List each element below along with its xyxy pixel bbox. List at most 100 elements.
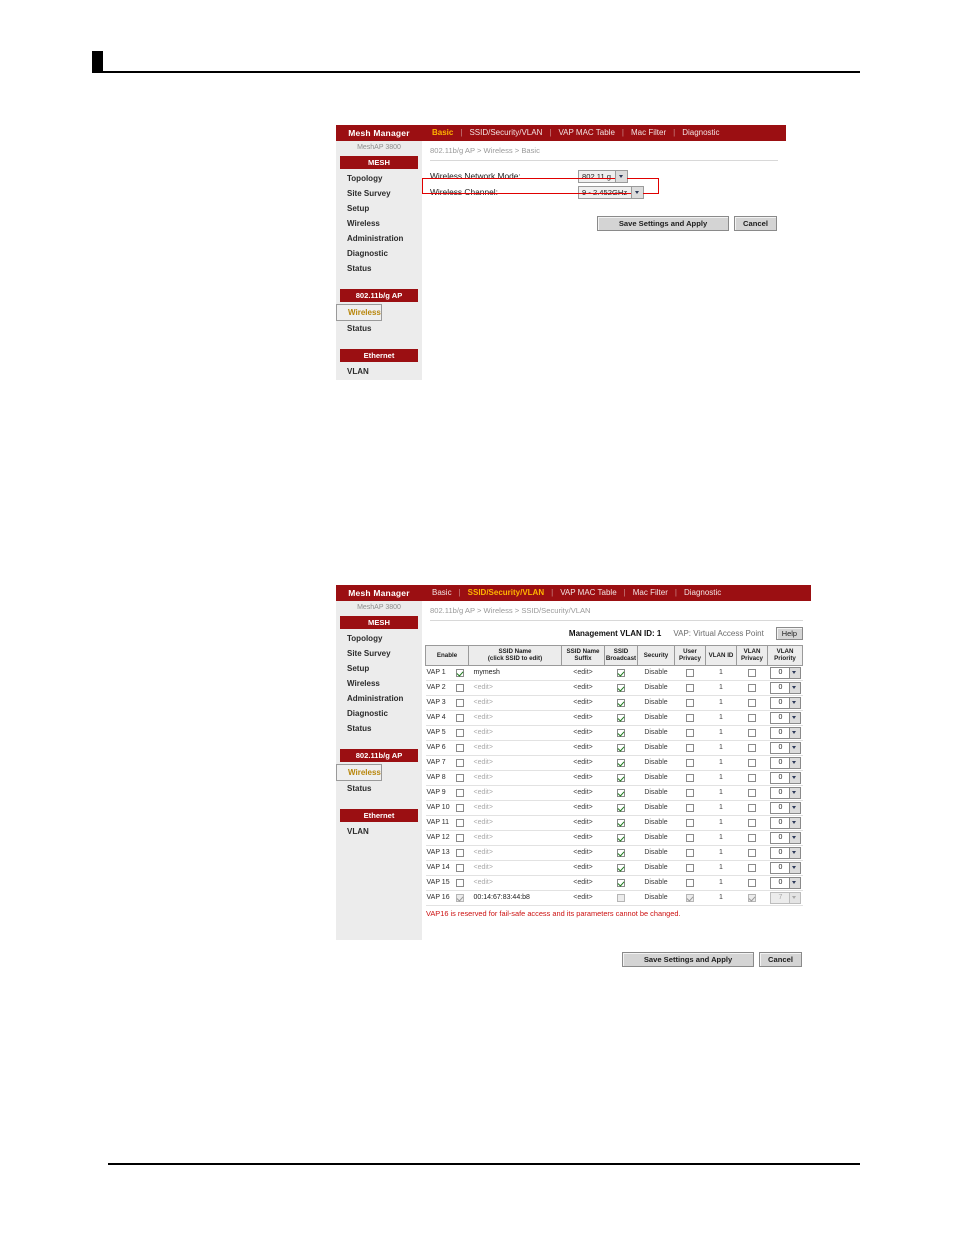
cell-vlan-id[interactable]: 1 bbox=[705, 740, 737, 756]
cell-ssid-suffix[interactable]: <edit> bbox=[561, 740, 605, 756]
checkbox-unchecked-icon[interactable] bbox=[455, 728, 464, 737]
ssid-name-value[interactable]: <edit> bbox=[469, 789, 493, 796]
tab-vap-mac-table[interactable]: VAP MAC Table bbox=[557, 588, 619, 597]
checkbox-unchecked-icon[interactable] bbox=[455, 788, 464, 797]
vlan-priority-select[interactable]: 0 bbox=[769, 711, 801, 724]
tab-diagnostic[interactable]: Diagnostic bbox=[679, 128, 722, 137]
sidebar-item-wireless[interactable]: Wireless bbox=[336, 216, 422, 231]
sidebar-item-topology[interactable]: Topology bbox=[336, 631, 422, 646]
checkbox-unchecked-icon[interactable] bbox=[748, 743, 756, 752]
cell-security[interactable]: Disable bbox=[637, 680, 675, 696]
checkbox-unchecked-icon[interactable] bbox=[748, 668, 756, 677]
save-settings-button[interactable]: Save Settings and Apply bbox=[622, 951, 754, 967]
checkbox-unchecked-icon[interactable] bbox=[455, 713, 464, 722]
cell-security[interactable]: Disable bbox=[637, 725, 675, 741]
checkbox-unchecked-icon[interactable] bbox=[748, 803, 756, 812]
tab-vap-mac-table[interactable]: VAP MAC Table bbox=[555, 128, 617, 137]
checkbox-unchecked-icon[interactable] bbox=[686, 863, 694, 872]
cell-security[interactable]: Disable bbox=[637, 710, 675, 726]
checkbox-unchecked-icon[interactable] bbox=[748, 713, 756, 722]
checkbox-unchecked-icon[interactable] bbox=[686, 878, 694, 887]
checkbox-unchecked-icon[interactable] bbox=[455, 863, 464, 872]
ssid-name-value[interactable]: <edit> bbox=[469, 729, 493, 736]
cell-ssid-suffix[interactable]: <edit> bbox=[561, 725, 605, 741]
checkbox-unchecked-icon[interactable] bbox=[455, 743, 464, 752]
vlan-priority-select[interactable]: 0 bbox=[769, 681, 801, 694]
help-button[interactable]: Help bbox=[775, 627, 803, 640]
cell-ssid-suffix[interactable]: <edit> bbox=[561, 710, 605, 726]
ssid-name-value[interactable]: <edit> bbox=[469, 849, 493, 856]
ssid-name-value[interactable]: <edit> bbox=[469, 819, 493, 826]
tab-ssid-security-vlan[interactable]: SSID/Security/VLAN bbox=[465, 588, 547, 597]
sidebar-item-setup[interactable]: Setup bbox=[336, 661, 422, 676]
cell-security[interactable]: Disable bbox=[637, 695, 675, 711]
checkbox-checked-icon[interactable] bbox=[617, 788, 625, 797]
ssid-name-value[interactable]: <edit> bbox=[469, 879, 493, 886]
vlan-priority-select[interactable]: 0 bbox=[769, 726, 801, 739]
checkbox-unchecked-icon[interactable] bbox=[686, 833, 694, 842]
cell-ssid-suffix[interactable]: <edit> bbox=[561, 875, 605, 891]
cancel-button[interactable]: Cancel bbox=[759, 951, 802, 967]
checkbox-checked-icon[interactable] bbox=[617, 848, 625, 857]
checkbox-checked-icon[interactable] bbox=[617, 833, 625, 842]
ssid-name-value[interactable]: mymesh bbox=[469, 669, 500, 676]
checkbox-checked-icon[interactable] bbox=[617, 698, 625, 707]
ssid-name-value[interactable]: <edit> bbox=[469, 759, 493, 766]
checkbox-unchecked-icon[interactable] bbox=[686, 728, 694, 737]
checkbox-unchecked-icon[interactable] bbox=[686, 713, 694, 722]
vlan-priority-select[interactable]: 0 bbox=[769, 666, 801, 679]
cell-vlan-id[interactable]: 1 bbox=[705, 755, 737, 771]
checkbox-unchecked-icon[interactable] bbox=[455, 758, 464, 767]
cell-security[interactable]: Disable bbox=[637, 770, 675, 786]
sidebar-item-vlan[interactable]: VLAN bbox=[336, 364, 422, 379]
cell-ssid-suffix[interactable]: <edit> bbox=[561, 755, 605, 771]
cell-ssid-suffix[interactable]: <edit> bbox=[561, 785, 605, 801]
checkbox-unchecked-icon[interactable] bbox=[455, 803, 464, 812]
checkbox-unchecked-icon[interactable] bbox=[748, 818, 756, 827]
cell-vlan-id[interactable]: 1 bbox=[705, 800, 737, 816]
checkbox-checked-icon[interactable] bbox=[617, 773, 625, 782]
checkbox-unchecked-icon[interactable] bbox=[686, 788, 694, 797]
vlan-priority-select[interactable]: 0 bbox=[769, 801, 801, 814]
cell-security[interactable]: Disable bbox=[637, 665, 675, 681]
vlan-priority-select[interactable]: 0 bbox=[769, 786, 801, 799]
checkbox-unchecked-icon[interactable] bbox=[748, 773, 756, 782]
ssid-name-value[interactable]: <edit> bbox=[469, 714, 493, 721]
checkbox-unchecked-icon[interactable] bbox=[686, 668, 694, 677]
checkbox-checked-icon[interactable] bbox=[617, 758, 625, 767]
tab-diagnostic[interactable]: Diagnostic bbox=[681, 588, 724, 597]
cell-ssid-suffix[interactable]: <edit> bbox=[561, 800, 605, 816]
vlan-priority-select[interactable]: 0 bbox=[769, 741, 801, 754]
sidebar-item-administration[interactable]: Administration bbox=[336, 231, 422, 246]
vlan-priority-select[interactable]: 0 bbox=[769, 846, 801, 859]
tab-ssid-security-vlan[interactable]: SSID/Security/VLAN bbox=[466, 128, 545, 137]
ssid-name-value[interactable]: <edit> bbox=[469, 864, 493, 871]
cell-security[interactable]: Disable bbox=[637, 860, 675, 876]
cell-vlan-id[interactable]: 1 bbox=[705, 845, 737, 861]
checkbox-unchecked-icon[interactable] bbox=[686, 698, 694, 707]
checkbox-unchecked-icon[interactable] bbox=[686, 758, 694, 767]
ssid-name-value[interactable]: <edit> bbox=[469, 834, 493, 841]
cell-security[interactable]: Disable bbox=[637, 890, 675, 906]
ssid-name-value[interactable]: <edit> bbox=[469, 684, 493, 691]
cell-vlan-id[interactable]: 1 bbox=[705, 830, 737, 846]
ssid-name-value[interactable]: 00:14:67:83:44:b8 bbox=[469, 894, 530, 901]
cell-ssid-suffix[interactable]: <edit> bbox=[561, 815, 605, 831]
checkbox-unchecked-icon[interactable] bbox=[686, 743, 694, 752]
cell-security[interactable]: Disable bbox=[637, 755, 675, 771]
sidebar-item-wireless[interactable]: Wireless bbox=[336, 764, 382, 781]
cell-vlan-id[interactable]: 1 bbox=[705, 725, 737, 741]
sidebar-item-status[interactable]: Status bbox=[336, 321, 422, 336]
checkbox-unchecked-icon[interactable] bbox=[686, 848, 694, 857]
cell-vlan-id[interactable]: 1 bbox=[705, 710, 737, 726]
checkbox-checked-icon[interactable] bbox=[617, 683, 625, 692]
sidebar-item-wireless[interactable]: Wireless bbox=[336, 676, 422, 691]
checkbox-unchecked-icon[interactable] bbox=[748, 833, 756, 842]
checkbox-checked-icon[interactable] bbox=[617, 728, 625, 737]
vlan-priority-select[interactable]: 0 bbox=[769, 861, 801, 874]
sidebar-item-wireless[interactable]: Wireless bbox=[336, 304, 382, 321]
cell-security[interactable]: Disable bbox=[637, 785, 675, 801]
ssid-name-value[interactable]: <edit> bbox=[469, 774, 493, 781]
sidebar-item-administration[interactable]: Administration bbox=[336, 691, 422, 706]
checkbox-unchecked-icon[interactable] bbox=[455, 698, 464, 707]
